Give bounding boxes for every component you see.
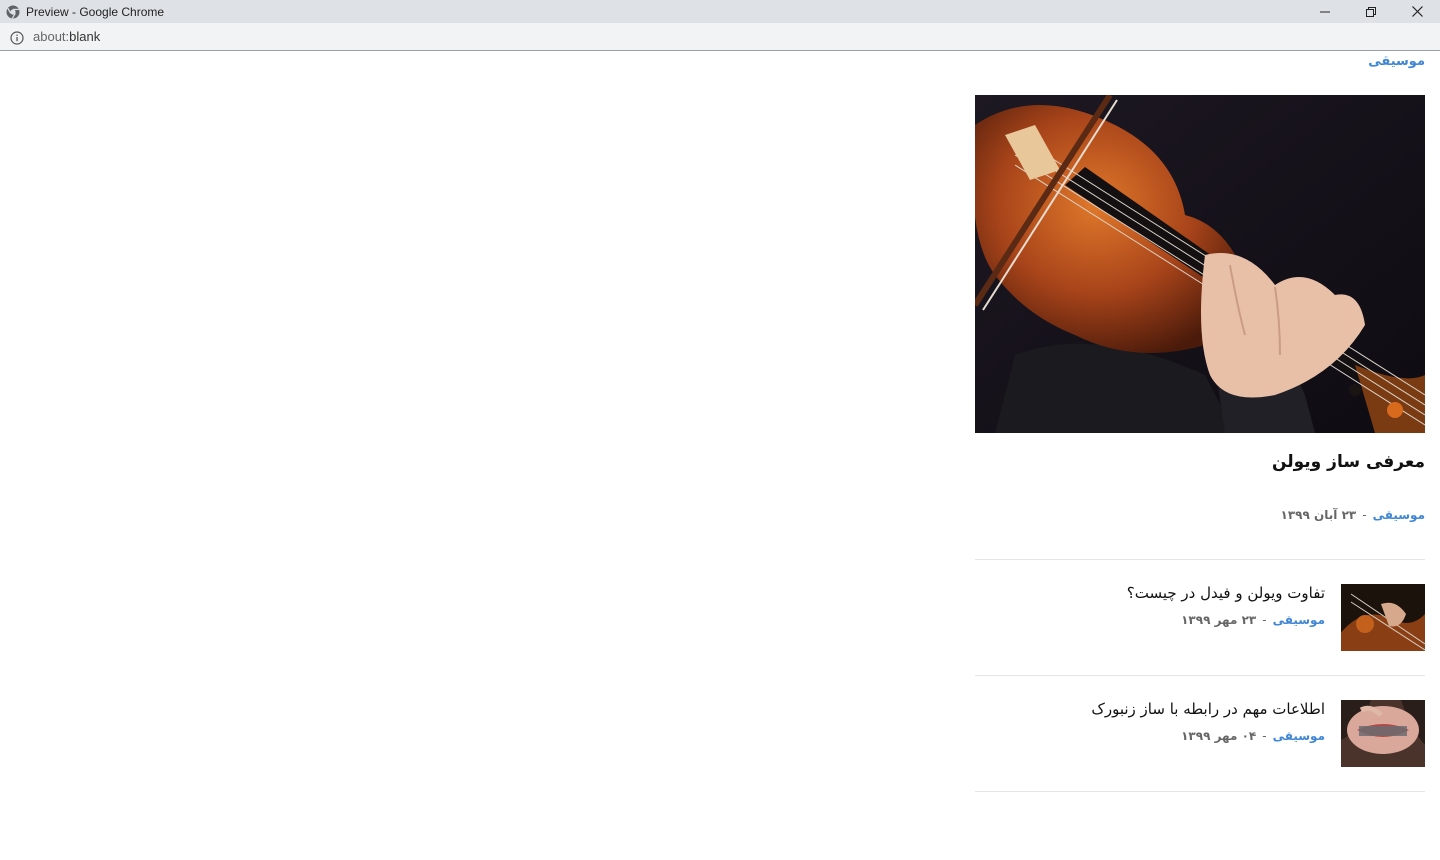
meta-separator: - — [1262, 729, 1267, 743]
divider — [975, 675, 1425, 676]
close-icon — [1411, 6, 1423, 17]
item-date: ۲۳ مهر ۱۳۹۹ — [1181, 613, 1257, 627]
address-bar[interactable]: about:blank — [0, 23, 1440, 51]
feature-category-link[interactable]: موسیقی — [1373, 508, 1425, 522]
jaw-harp-thumbnail[interactable] — [1341, 700, 1425, 767]
meta-separator: - — [1262, 613, 1267, 627]
divider — [975, 791, 1425, 792]
list-item[interactable]: اطلاعات مهم در رابطه با ساز زنبورک موسیق… — [975, 700, 1425, 768]
divider — [975, 559, 1425, 560]
url-text[interactable]: about:blank — [33, 29, 100, 44]
category-link[interactable]: موسیقی — [1368, 54, 1425, 69]
window-title: Preview - Google Chrome — [26, 4, 165, 19]
violin-fiddle-thumbnail[interactable] — [1341, 584, 1425, 651]
url-path: blank — [69, 29, 101, 44]
restore-icon — [1366, 6, 1376, 17]
item-meta: موسیقی-۲۳ مهر ۱۳۹۹ — [1181, 613, 1325, 627]
chrome-icon — [6, 5, 20, 19]
feature-post-meta: موسیقی-۲۳ آبان ۱۳۹۹ — [1281, 508, 1425, 522]
list-item[interactable]: تفاوت ویولن و فیدل در چیست؟ موسیقی-۲۳ مه… — [975, 584, 1425, 652]
url-scheme: about: — [33, 29, 70, 44]
item-title[interactable]: تفاوت ویولن و فیدل در چیست؟ — [1127, 584, 1325, 602]
item-title[interactable]: اطلاعات مهم در رابطه با ساز زنبورک — [1091, 700, 1325, 718]
item-category-link[interactable]: موسیقی — [1273, 613, 1325, 627]
close-button[interactable] — [1394, 0, 1440, 23]
feature-date: ۲۳ آبان ۱۳۹۹ — [1280, 508, 1357, 522]
item-meta: موسیقی-۰۴ مهر ۱۳۹۹ — [1181, 729, 1325, 743]
meta-separator: - — [1362, 508, 1367, 522]
feature-post-title[interactable]: معرفی ساز ویولن — [1272, 452, 1425, 472]
minimize-icon — [1320, 11, 1330, 12]
restore-button[interactable] — [1348, 0, 1394, 23]
minimize-button[interactable] — [1302, 0, 1348, 23]
window-titlebar: Preview - Google Chrome — [0, 0, 1440, 23]
item-date: ۰۴ مهر ۱۳۹۹ — [1181, 729, 1257, 743]
item-category-link[interactable]: موسیقی — [1273, 729, 1325, 743]
violin-feature-image[interactable] — [975, 95, 1425, 433]
info-icon[interactable] — [10, 30, 24, 45]
